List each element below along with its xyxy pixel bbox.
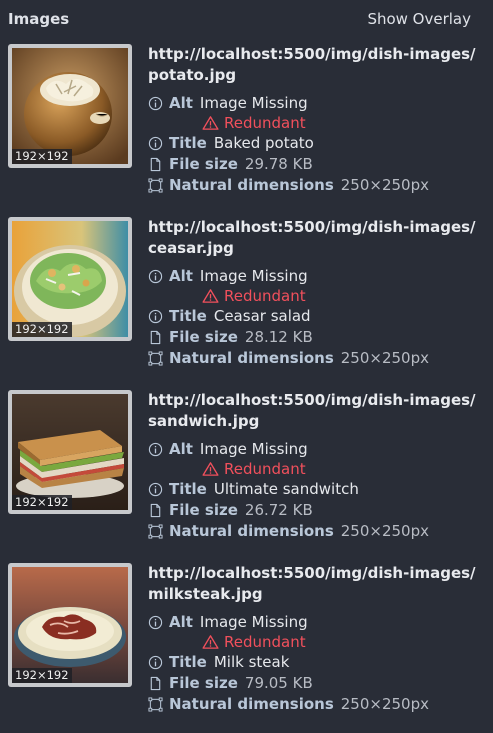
file-size-value: 28.12 KB <box>244 328 313 346</box>
file-icon <box>148 503 163 518</box>
info-icon <box>148 269 163 284</box>
caesar-salad-thumbnail <box>12 221 128 337</box>
dimensions-icon <box>148 350 163 366</box>
title-label: Title <box>169 653 207 671</box>
title-label: Title <box>169 307 207 325</box>
title-value: Ultimate sandwitch <box>213 480 359 498</box>
alt-value: Image Missing <box>199 267 308 285</box>
title-row: Title Ceasar salad <box>148 306 311 326</box>
rendered-size-badge: 192×192 <box>12 668 72 683</box>
image-url[interactable]: http://localhost:5500/img/dish-images/po… <box>148 44 478 86</box>
image-thumbnail-frame[interactable]: 192×192 <box>8 44 132 168</box>
alt-warning: Redundant <box>202 459 306 479</box>
alt-warning-text: Redundant <box>224 460 306 478</box>
title-label: Title <box>169 134 207 152</box>
dimensions-icon <box>148 523 163 539</box>
file-size-value: 26.72 KB <box>244 501 313 519</box>
natural-dimensions-label: Natural dimensions <box>169 522 334 540</box>
file-icon <box>148 330 163 345</box>
natural-dimensions-label: Natural dimensions <box>169 695 334 713</box>
file-size-row: File size 29.78 KB <box>148 154 313 174</box>
file-size-label: File size <box>169 328 238 346</box>
alt-warning: Redundant <box>202 113 306 133</box>
alt-warning-text: Redundant <box>224 287 306 305</box>
natural-dimensions-row: Natural dimensions 250×250px <box>148 521 429 541</box>
file-size-value: 29.78 KB <box>244 155 313 173</box>
alt-value: Image Missing <box>199 613 308 631</box>
file-size-label: File size <box>169 501 238 519</box>
file-size-row: File size 28.12 KB <box>148 327 313 347</box>
natural-dimensions-value: 250×250px <box>340 522 429 540</box>
natural-dimensions-row: Natural dimensions 250×250px <box>148 348 429 368</box>
rendered-size-badge: 192×192 <box>12 322 72 337</box>
image-thumbnail-frame[interactable]: 192×192 <box>8 390 132 514</box>
alt-warning-text: Redundant <box>224 633 306 651</box>
image-card: 192×192 http://localhost:5500/img/dish-i… <box>0 217 493 387</box>
info-icon <box>148 309 163 324</box>
rendered-size-badge: 192×192 <box>12 149 72 164</box>
info-icon <box>148 482 163 497</box>
file-size-row: File size 26.72 KB <box>148 500 313 520</box>
title-row: Title Milk steak <box>148 652 289 672</box>
info-icon <box>148 442 163 457</box>
alt-value: Image Missing <box>199 440 308 458</box>
info-icon <box>148 615 163 630</box>
title-row: Title Ultimate sandwitch <box>148 479 359 499</box>
image-thumbnail-frame[interactable]: 192×192 <box>8 217 132 341</box>
title-value: Baked potato <box>213 134 314 152</box>
file-size-label: File size <box>169 674 238 692</box>
alt-label: Alt <box>169 267 193 285</box>
alt-warning: Redundant <box>202 632 306 652</box>
image-card: 192×192 http://localhost:5500/img/dish-i… <box>0 563 493 733</box>
natural-dimensions-row: Natural dimensions 250×250px <box>148 175 429 195</box>
dimensions-icon <box>148 696 163 712</box>
natural-dimensions-value: 250×250px <box>340 176 429 194</box>
warning-icon <box>202 461 219 477</box>
image-url[interactable]: http://localhost:5500/img/dish-images/mi… <box>148 563 478 605</box>
alt-value: Image Missing <box>199 94 308 112</box>
image-url[interactable]: http://localhost:5500/img/dish-images/ce… <box>148 217 478 259</box>
natural-dimensions-label: Natural dimensions <box>169 349 334 367</box>
panel-header: Images Show Overlay <box>0 0 493 38</box>
alt-warning-text: Redundant <box>224 114 306 132</box>
title-value: Ceasar salad <box>213 307 311 325</box>
alt-label: Alt <box>169 613 193 631</box>
warning-icon <box>202 288 219 304</box>
natural-dimensions-value: 250×250px <box>340 695 429 713</box>
image-thumbnail-frame[interactable]: 192×192 <box>8 563 132 687</box>
alt-warning: Redundant <box>202 286 306 306</box>
alt-row: Alt Image Missing <box>148 266 308 286</box>
title-label: Title <box>169 480 207 498</box>
milk-steak-thumbnail <box>12 567 128 683</box>
title-value: Milk steak <box>213 653 290 671</box>
alt-label: Alt <box>169 94 193 112</box>
file-size-label: File size <box>169 155 238 173</box>
rendered-size-badge: 192×192 <box>12 495 72 510</box>
natural-dimensions-value: 250×250px <box>340 349 429 367</box>
alt-row: Alt Image Missing <box>148 439 308 459</box>
info-icon <box>148 655 163 670</box>
natural-dimensions-row: Natural dimensions 250×250px <box>148 694 429 714</box>
file-size-row: File size 79.05 KB <box>148 673 313 693</box>
file-icon <box>148 676 163 691</box>
natural-dimensions-label: Natural dimensions <box>169 176 334 194</box>
file-icon <box>148 157 163 172</box>
info-icon <box>148 96 163 111</box>
warning-icon <box>202 115 219 131</box>
file-size-value: 79.05 KB <box>244 674 313 692</box>
image-card: 192×192 http://localhost:5500/img/dish-i… <box>0 44 493 214</box>
alt-row: Alt Image Missing <box>148 612 308 632</box>
baked-potato-thumbnail <box>12 48 128 164</box>
alt-row: Alt Image Missing <box>148 93 308 113</box>
title-row: Title Baked potato <box>148 133 314 153</box>
alt-label: Alt <box>169 440 193 458</box>
sandwich-thumbnail <box>12 394 128 510</box>
show-overlay-button[interactable]: Show Overlay <box>367 10 471 28</box>
panel-title: Images <box>8 10 70 28</box>
warning-icon <box>202 634 219 650</box>
dimensions-icon <box>148 177 163 193</box>
info-icon <box>148 136 163 151</box>
image-url[interactable]: http://localhost:5500/img/dish-images/sa… <box>148 390 478 432</box>
image-card: 192×192 http://localhost:5500/img/dish-i… <box>0 390 493 560</box>
